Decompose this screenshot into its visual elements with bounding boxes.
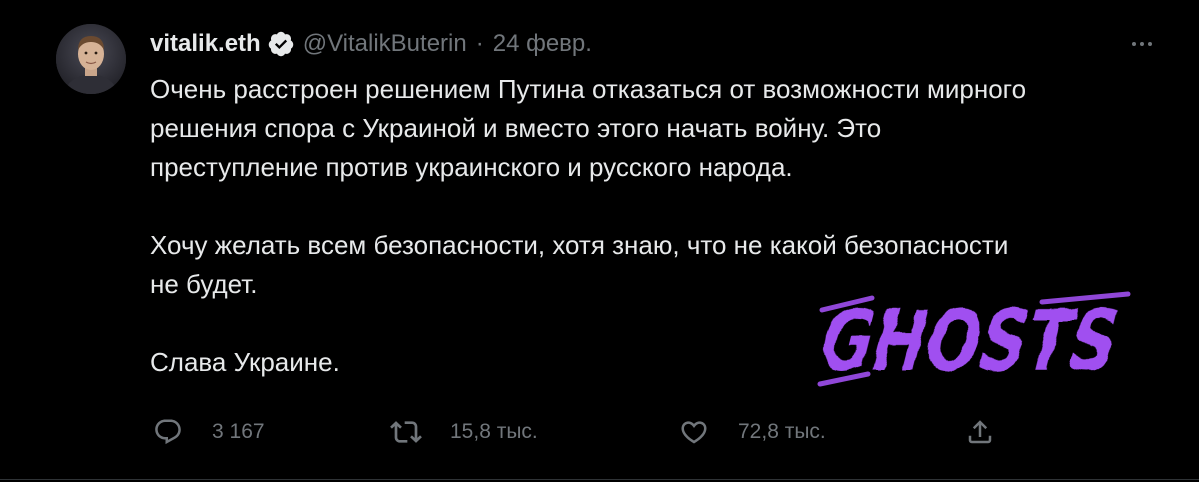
display-name[interactable]: vitalik.eth (150, 30, 261, 58)
more-options-icon[interactable] (1124, 36, 1160, 52)
tweet-line: решения спора с Украиной и вместо этого … (150, 113, 882, 143)
share-icon (962, 414, 998, 450)
tweet-paragraph: Очень расстроен решением Путина отказать… (150, 70, 1160, 187)
like-count: 72,8 тыс. (738, 420, 826, 443)
retweet-icon (388, 414, 424, 450)
retweet-count: 15,8 тыс. (450, 420, 538, 443)
reply-count: 3 167 (212, 420, 265, 443)
share-button[interactable] (962, 414, 998, 450)
tweet-line: преступление против украинского и русско… (150, 152, 793, 182)
heart-icon (676, 414, 712, 450)
tweet-line: Хочу желать всем безопасности, хотя знаю… (150, 230, 1009, 260)
avatar-image (56, 24, 126, 94)
reply-button[interactable]: 3 167 (150, 414, 265, 450)
tweet-line: Очень расстроен решением Путина отказать… (150, 74, 1027, 104)
divider (0, 479, 1199, 480)
author-handle[interactable]: @VitalikButerin (303, 30, 467, 58)
like-button[interactable]: 72,8 тыс. (676, 414, 826, 450)
tweet-date[interactable]: 24 февр. (493, 30, 592, 58)
tweet-header: vitalik.eth @VitalikButerin · 24 февр. (150, 26, 592, 62)
header-separator: · (475, 30, 484, 57)
retweet-button[interactable]: 15,8 тыс. (388, 414, 538, 450)
reply-icon (150, 414, 186, 450)
tweet-card: vitalik.eth @VitalikButerin · 24 февр. О… (0, 0, 1199, 482)
verified-badge-icon (267, 30, 295, 58)
avatar[interactable] (56, 24, 126, 94)
ghosts-watermark-logo: GHOSTS (808, 288, 1134, 392)
tweet-actions: 3 167 15,8 тыс. 72,8 тыс. (150, 414, 1010, 450)
